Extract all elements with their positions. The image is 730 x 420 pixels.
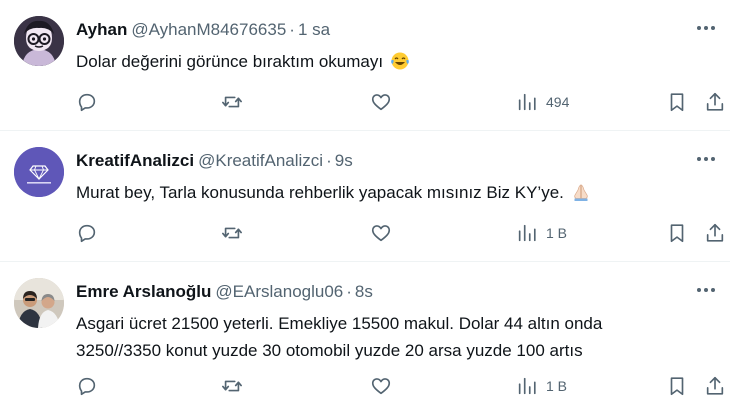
tweet-text: Asgari ücret 21500 yeterli. Emekliye 155… xyxy=(76,310,706,364)
author-handle[interactable]: @AyhanM84676635 xyxy=(131,20,286,39)
views-button[interactable]: 1 B xyxy=(516,221,567,245)
views-icon xyxy=(518,377,536,395)
tweet-text: Murat bey, Tarla konusunda rehberlik yap… xyxy=(76,179,706,206)
reply-icon xyxy=(78,93,96,112)
reply-icon xyxy=(78,377,96,396)
views-count: 1 B xyxy=(546,378,568,394)
tweet-body-line: 3250//3350 konut yuzde 30 otomobil yuzde… xyxy=(76,341,583,360)
share-button[interactable] xyxy=(704,221,726,245)
more-icon[interactable] xyxy=(694,149,718,169)
avatar[interactable] xyxy=(14,16,64,66)
separator: · xyxy=(346,282,352,301)
bookmark-button[interactable] xyxy=(666,90,688,114)
retweet-icon xyxy=(222,380,242,392)
folded-hands-icon xyxy=(573,184,588,201)
share-icon xyxy=(706,376,724,395)
avatar[interactable] xyxy=(14,147,64,197)
reply-button[interactable] xyxy=(76,374,98,398)
avatar-photo-icon xyxy=(14,278,64,328)
retweet-button[interactable] xyxy=(221,90,243,114)
more-icon[interactable] xyxy=(694,18,718,38)
author-handle[interactable]: @EArslanoglu06 xyxy=(215,282,343,301)
tweet-body: Murat bey, Tarla konusunda rehberlik yap… xyxy=(76,183,564,202)
retweet-icon xyxy=(222,96,242,108)
more-icon[interactable] xyxy=(694,280,718,300)
separator: · xyxy=(289,20,295,39)
like-icon xyxy=(371,378,391,395)
like-button[interactable] xyxy=(370,221,392,245)
tweet-body-line: Asgari ücret 21500 yeterli. Emekliye 155… xyxy=(76,314,603,333)
diamond-logo-icon xyxy=(14,147,64,197)
tweet-header: Emre Arslanoğlu @EArslanoglu06 · 8s xyxy=(76,282,373,302)
author-handle[interactable]: @KreatifAnalizci xyxy=(198,151,323,170)
author-name[interactable]: KreatifAnalizci xyxy=(76,151,194,170)
bookmark-button[interactable] xyxy=(666,221,688,245)
views-button[interactable]: 1 B xyxy=(516,374,567,398)
retweet-button[interactable] xyxy=(221,374,243,398)
share-button[interactable] xyxy=(704,90,726,114)
face-with-tears-of-joy-icon xyxy=(390,52,409,70)
share-icon xyxy=(706,223,724,242)
share-icon xyxy=(706,92,724,111)
action-bar: 1 B xyxy=(76,221,726,245)
retweet-button[interactable] xyxy=(221,221,243,245)
separator: · xyxy=(326,151,332,170)
action-bar: 1 B xyxy=(76,374,726,398)
bookmark-icon xyxy=(670,224,684,243)
author-name[interactable]: Emre Arslanoğlu xyxy=(76,282,211,301)
tweet-text: Dolar değerini görünce bıraktım okumayı xyxy=(76,48,706,75)
timestamp[interactable]: 9s xyxy=(335,151,353,170)
reply-button[interactable] xyxy=(76,90,98,114)
views-icon xyxy=(518,224,536,242)
views-count: 494 xyxy=(546,94,570,110)
views-button[interactable]: 494 xyxy=(516,90,569,114)
views-count: 1 B xyxy=(546,225,568,241)
avatar[interactable] xyxy=(14,278,64,328)
reply-icon xyxy=(78,224,96,243)
tweet[interactable]: Emre Arslanoğlu @EArslanoglu06 · 8s Asgari … xyxy=(0,262,730,420)
share-button[interactable] xyxy=(704,374,726,398)
action-bar: 494 xyxy=(76,90,726,114)
like-icon xyxy=(371,225,391,242)
like-button[interactable] xyxy=(370,90,392,114)
avatar-cartoon-icon xyxy=(14,16,64,66)
timestamp[interactable]: 8s xyxy=(355,282,373,301)
bookmark-icon xyxy=(670,93,684,112)
reply-button[interactable] xyxy=(76,221,98,245)
bookmark-button[interactable] xyxy=(666,374,688,398)
views-icon xyxy=(518,93,536,111)
tweet[interactable]: Ayhan @AyhanM84676635 · 1 sa Dolar değerini… xyxy=(0,0,730,131)
like-icon xyxy=(371,94,391,111)
tweet-header: Ayhan @AyhanM84676635 · 1 sa xyxy=(76,20,330,40)
tweet-body: Dolar değerini görünce bıraktım okumayı xyxy=(76,52,384,71)
timestamp[interactable]: 1 sa xyxy=(298,20,330,39)
author-name[interactable]: Ayhan xyxy=(76,20,127,39)
like-button[interactable] xyxy=(370,374,392,398)
bookmark-icon xyxy=(670,377,684,396)
tweet[interactable]: KreatifAnalizci @KreatifAnalizci · 9s Murat… xyxy=(0,131,730,262)
tweet-feed: Ayhan @AyhanM84676635 · 1 sa Dolar değerini… xyxy=(0,0,730,420)
tweet-header: KreatifAnalizci @KreatifAnalizci · 9s xyxy=(76,151,353,171)
retweet-icon xyxy=(222,227,242,239)
